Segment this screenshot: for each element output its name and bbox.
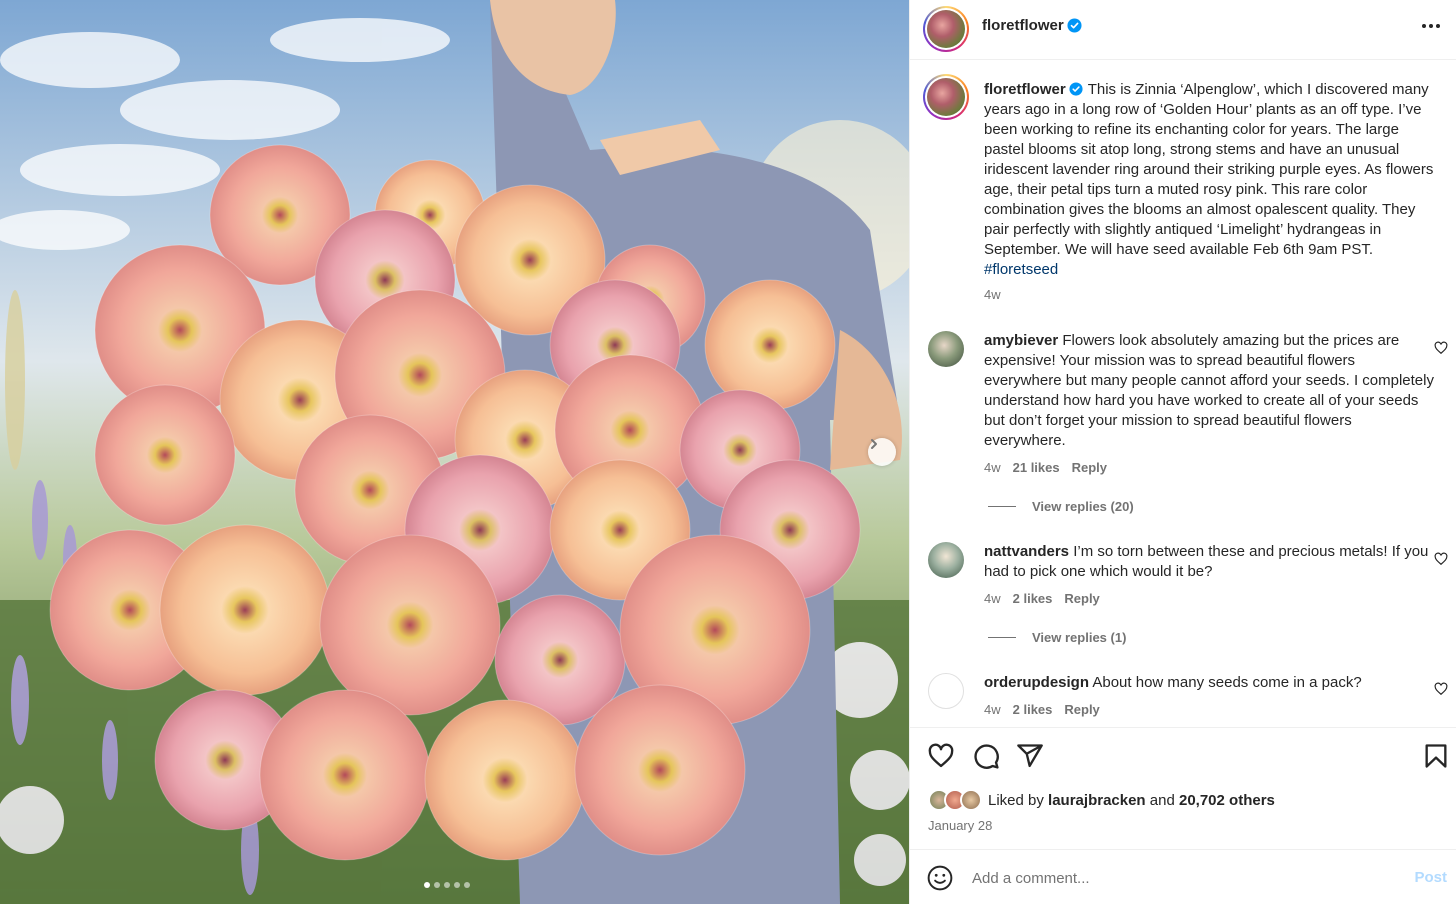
more-icon — [1422, 24, 1426, 28]
comment-username[interactable]: amybiever — [984, 332, 1058, 349]
verified-icon — [1069, 82, 1083, 96]
liker-username[interactable]: laurajbracken — [1048, 792, 1146, 809]
comment-text: orderupdesign About how many seeds come … — [984, 673, 1434, 693]
reply-button[interactable]: Reply — [1064, 591, 1099, 606]
commenter-avatar[interactable] — [928, 331, 964, 367]
view-replies-button[interactable]: View replies (20) — [988, 499, 1134, 514]
comment-username[interactable]: orderupdesign — [984, 674, 1089, 691]
carousel-dot — [444, 882, 450, 888]
comment-body: Flowers look absolutely amazing but the … — [984, 332, 1434, 449]
comment-age: 4w — [984, 591, 1001, 606]
comment-input[interactable] — [972, 866, 1392, 890]
likes-count-link[interactable]: 20,702 others — [1179, 792, 1275, 809]
caption-author-avatar[interactable] — [923, 74, 969, 120]
liked-by-prefix: Liked by — [988, 791, 1044, 809]
comments-section[interactable]: floretflower This is Zinnia ‘Alpenglow’, … — [910, 60, 1456, 727]
comment-likes[interactable]: 21 likes — [1013, 460, 1060, 475]
carousel-indicator — [424, 882, 470, 888]
commenter-avatar[interactable] — [928, 673, 964, 709]
share-icon[interactable] — [1016, 742, 1044, 770]
caption-meta: 4w — [984, 287, 1001, 302]
bookmark-icon[interactable] — [1422, 742, 1450, 770]
carousel-dot — [454, 882, 460, 888]
caption-body: This is Zinnia ‘Alpenglow’, which I disc… — [984, 81, 1434, 258]
author-avatar[interactable] — [923, 6, 969, 52]
liked-by-and: and — [1149, 791, 1175, 809]
comment-like-heart-icon[interactable] — [1434, 552, 1448, 566]
reply-button[interactable]: Reply — [1064, 702, 1099, 717]
comment-like-heart-icon[interactable] — [1434, 682, 1448, 696]
zinnia-bouquet-illustration — [0, 0, 909, 904]
add-comment-bar: Post — [910, 849, 1456, 904]
comment-age: 4w — [984, 702, 1001, 717]
view-replies-label: View replies (20) — [1032, 499, 1134, 514]
carousel-dot — [464, 882, 470, 888]
post-header: floretflower — [910, 0, 1456, 60]
heart-icon[interactable] — [927, 742, 955, 770]
view-replies-button[interactable]: View replies (1) — [988, 630, 1126, 645]
carousel-dot — [424, 882, 430, 888]
verified-icon — [1067, 18, 1082, 33]
hashtag-link[interactable]: #floretseed — [984, 261, 1058, 278]
comment-text: nattvanders I’m so torn between these an… — [984, 542, 1434, 582]
author-username[interactable]: floretflower — [982, 17, 1064, 34]
comment-body: About how many seeds come in a pack? — [1092, 674, 1362, 691]
next-image-button[interactable] — [868, 438, 896, 466]
comment-username[interactable]: nattvanders — [984, 543, 1069, 560]
author-name-row: floretflower — [982, 17, 1082, 34]
post-date: January 28 — [928, 818, 993, 833]
more-options-button[interactable] — [1419, 14, 1443, 38]
comment-meta: 4w 21 likes Reply — [984, 460, 1107, 475]
caption-text: floretflower This is Zinnia ‘Alpenglow’, … — [984, 80, 1434, 280]
post-image[interactable] — [0, 0, 909, 904]
caption-age: 4w — [984, 287, 1001, 302]
likes-summary: Liked by laurajbracken and 20,702 others — [928, 789, 1275, 811]
commenter-avatar[interactable] — [928, 542, 964, 578]
post-sidebar: floretflower floretflower This is Zinnia … — [909, 0, 1456, 904]
view-replies-label: View replies (1) — [1032, 630, 1127, 645]
post-comment-button[interactable]: Post — [1414, 869, 1447, 886]
reply-button[interactable]: Reply — [1072, 460, 1107, 475]
comment-likes[interactable]: 2 likes — [1013, 591, 1053, 606]
emoji-icon[interactable] — [927, 865, 953, 891]
comment-icon[interactable] — [972, 742, 1000, 770]
chevron-right-icon — [871, 439, 877, 449]
liker-avatars — [928, 789, 982, 811]
comment-text: amybiever Flowers look absolutely amazin… — [984, 331, 1434, 451]
comment-meta: 4w 2 likes Reply — [984, 591, 1100, 606]
comment-likes[interactable]: 2 likes — [1013, 702, 1053, 717]
comment-age: 4w — [984, 460, 1001, 475]
comment-like-heart-icon[interactable] — [1434, 341, 1448, 355]
comment-meta: 4w 2 likes Reply — [984, 702, 1100, 717]
caption-username[interactable]: floretflower — [984, 81, 1066, 98]
post-actions: Liked by laurajbracken and 20,702 others… — [910, 727, 1456, 849]
carousel-dot — [434, 882, 440, 888]
